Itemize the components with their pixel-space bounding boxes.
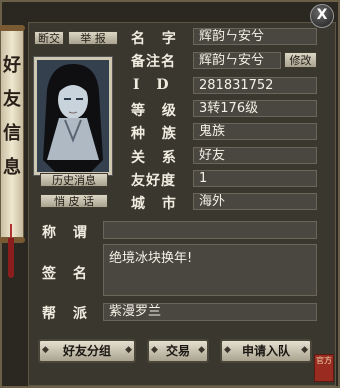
- guild-value: 紫漫罗兰: [103, 303, 317, 321]
- friendship-label: 友好度: [131, 173, 176, 189]
- modify-remark-button[interactable]: 修改: [284, 52, 317, 68]
- signature-value: 绝境冰块换年!: [103, 244, 317, 296]
- title-banner: 好友信息: [0, 25, 25, 243]
- character-portrait: [34, 57, 112, 175]
- relation-value: 好友: [193, 147, 317, 164]
- id-label: I D: [133, 77, 175, 93]
- signature-label: 签 名: [42, 266, 93, 282]
- close-button[interactable]: X: [310, 4, 334, 28]
- title-label: 称 谓: [42, 225, 93, 241]
- remark-label: 备注名: [131, 54, 176, 70]
- remark-value: 辉韵ㄣ安兮: [193, 52, 281, 69]
- portrait-image: [37, 60, 109, 172]
- level-value: 3转176级: [193, 100, 317, 117]
- race-label: 种 族: [131, 126, 182, 142]
- relation-label: 关 系: [131, 150, 182, 166]
- block-button[interactable]: 断交: [34, 31, 64, 45]
- name-label: 名 字: [131, 31, 182, 47]
- guild-label: 帮 派: [42, 306, 93, 322]
- level-label: 等 级: [131, 103, 182, 119]
- city-label: 城 市: [131, 196, 182, 212]
- banner-title: 好友信息: [3, 55, 21, 178]
- report-button[interactable]: 举 报: [68, 31, 118, 45]
- title-value: [103, 221, 317, 239]
- id-value: 281831752: [193, 77, 317, 94]
- apply-team-button[interactable]: 申请入队: [220, 339, 312, 363]
- banner-top-rod: [0, 25, 25, 31]
- seal-stamp: 官方: [314, 354, 334, 382]
- friend-group-button[interactable]: 好友分组: [38, 339, 136, 363]
- history-messages-button[interactable]: 历史消息: [40, 173, 108, 187]
- whisper-button[interactable]: 悄 皮 话: [40, 194, 108, 208]
- name-value: 辉韵ㄣ安兮: [193, 28, 317, 45]
- friendship-value: 1: [193, 170, 317, 187]
- trade-button[interactable]: 交易: [147, 339, 209, 363]
- tassel-decoration: [8, 238, 14, 278]
- race-value: 鬼族: [193, 123, 317, 140]
- city-value: 海外: [193, 193, 317, 210]
